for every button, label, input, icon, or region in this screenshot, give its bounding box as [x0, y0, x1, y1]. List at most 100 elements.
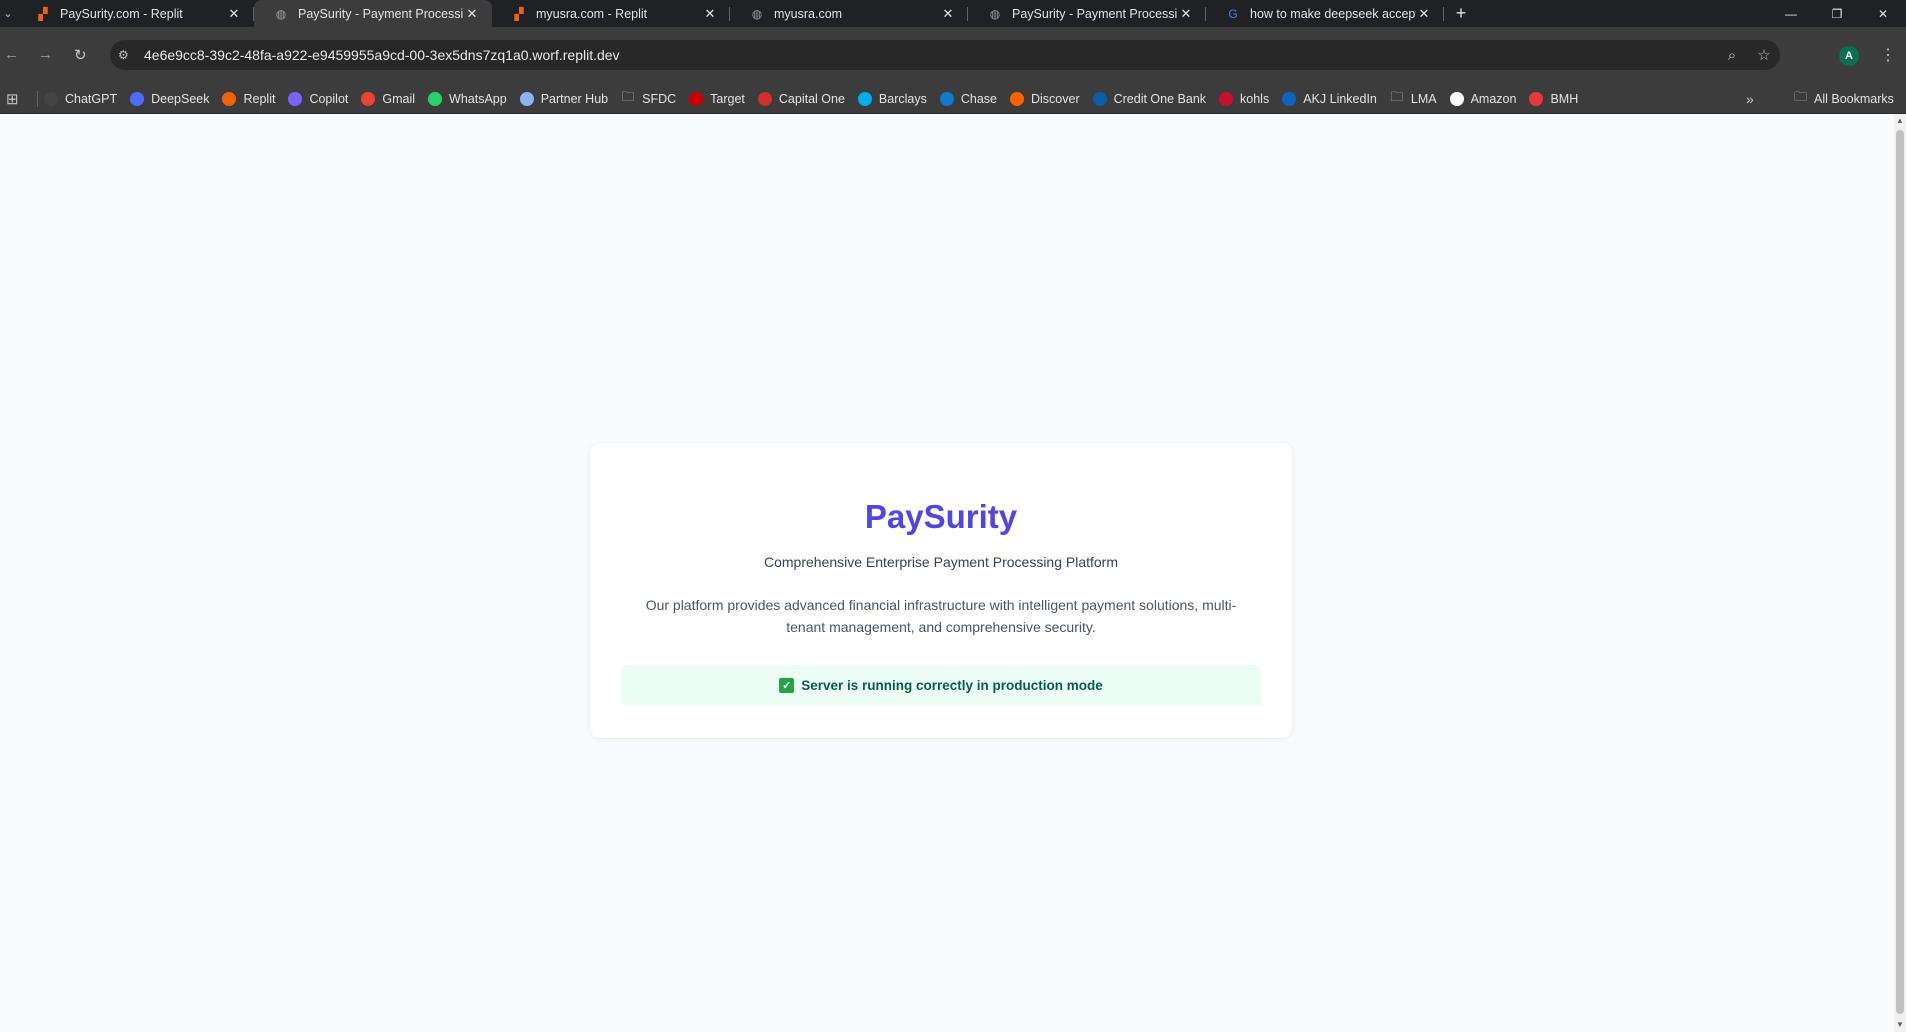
bookmark-item[interactable]: Discover [1009, 92, 1080, 106]
brand-title: PaySurity [864, 498, 1018, 535]
back-icon[interactable]: ← [4, 46, 19, 63]
close-tab-icon[interactable]: ✕ [1178, 6, 1194, 22]
restore-icon[interactable]: ❐ [1814, 0, 1860, 27]
bookmarks-divider [37, 91, 38, 107]
window-controls: — ❐ ✕ [1768, 0, 1906, 27]
replit-icon [222, 92, 237, 106]
bookmark-item[interactable]: Target [689, 92, 745, 106]
tab-strip: ⌄ ▞ PaySurity.com - Replit ✕ ◍ PaySurity - P… [0, 0, 1906, 27]
bookmark-label: Barclays [878, 92, 927, 106]
bookmark-item[interactable]: BMH [1529, 92, 1578, 106]
scroll-thumb[interactable] [1896, 130, 1904, 1014]
close-tab-icon[interactable]: ✕ [464, 6, 480, 22]
scroll-down-icon[interactable]: ▼ [1894, 1018, 1906, 1032]
new-tab-button[interactable]: + [1444, 0, 1478, 27]
globe-icon: ◍ [751, 6, 763, 21]
more-bookmarks-icon[interactable]: » [1746, 91, 1754, 107]
bookmark-label: ChatGPT [65, 92, 118, 106]
chase-icon [939, 92, 954, 106]
bookmark-label: Gmail [382, 92, 416, 106]
bookmark-item[interactable]: kohls [1219, 92, 1269, 106]
bookmark-item[interactable]: 🗀 LMA [1390, 89, 1437, 106]
tab-list: ▞ PaySurity.com - Replit ✕ ◍ PaySurity - Pay… [16, 0, 1444, 27]
bookmark-label: Copilot [309, 92, 349, 106]
status-banner: ✓ Server is running correctly in product… [621, 665, 1261, 706]
bookmark-item[interactable]: ChatGPT [44, 92, 117, 106]
url-text[interactable]: 4e6e9cc8-39c2-48fa-a922-e9459955a9cd-00-… [144, 47, 620, 63]
tab-search-chevron-icon[interactable]: ⌄ [0, 0, 16, 27]
bookmark-item[interactable]: Replit [222, 92, 275, 106]
forward-icon[interactable]: → [38, 46, 53, 63]
status-text: Server is running correctly in productio… [801, 678, 1103, 693]
bookmark-star-icon[interactable]: ☆ [1748, 46, 1780, 64]
bookmark-label: LMA [1410, 92, 1437, 106]
bookmark-item[interactable]: DeepSeek [130, 92, 209, 106]
bookmark-item[interactable]: Gmail [361, 92, 415, 106]
browser-tab[interactable]: ▞ PaySurity.com - Replit ✕ [16, 0, 254, 27]
bookmark-item[interactable]: Chase [939, 92, 997, 106]
browser-tab[interactable]: ◍ myusra.com ✕ [730, 0, 968, 27]
minimize-icon[interactable]: — [1768, 0, 1814, 27]
page-viewport: PaySurity Comprehensive Enterprise Payme… [0, 114, 1894, 1032]
close-tab-icon[interactable]: ✕ [940, 6, 956, 22]
bookmark-label: Partner Hub [540, 92, 609, 106]
bookmark-item[interactable]: AKJ LinkedIn [1282, 92, 1377, 106]
browser-tab[interactable]: ▞ myusra.com - Replit ✕ [492, 0, 730, 27]
scrollbar[interactable]: ▲ ▼ [1894, 114, 1906, 1032]
tab-title: PaySurity - Payment Processing [298, 6, 464, 21]
bookmark-label: Credit One Bank [1113, 92, 1207, 106]
replit-icon: ▞ [514, 6, 524, 21]
bookmark-item[interactable]: Barclays [857, 92, 927, 106]
bookmark-item[interactable]: WhatsApp [428, 92, 507, 106]
amazon-icon [1449, 92, 1464, 106]
browser-tab[interactable]: ◍ PaySurity - Payment Processing ✕ [254, 0, 492, 27]
chatgpt-icon [44, 92, 58, 106]
browser-tab[interactable]: Ghow to make deepseek accept a ✕ [1206, 0, 1444, 27]
bookmark-item[interactable]: 🗀 SFDC [621, 89, 677, 106]
capital-one-icon [757, 92, 772, 106]
site-info-icon[interactable]: ⚙ [118, 48, 134, 62]
all-bookmarks-button[interactable]: 🗀 All Bookmarks [1794, 84, 1894, 114]
deepseek-icon [130, 92, 145, 106]
page-subtitle: Comprehensive Enterprise Payment Process… [763, 554, 1119, 570]
bookmark-label: Capital One [778, 92, 845, 106]
browser-tab[interactable]: ◍ PaySurity - Payment Processing ✕ [968, 0, 1206, 27]
apps-grid-icon[interactable]: ⊞ [6, 90, 19, 108]
info-card: PaySurity Comprehensive Enterprise Payme… [590, 443, 1292, 738]
profile-avatar[interactable]: A [1839, 46, 1859, 66]
browser-toolbar: ← → ↻ ⚙ 4e6e9cc8-39c2-48fa-a922-e9459955… [0, 27, 1906, 84]
tab-title: PaySurity - Payment Processing [1012, 6, 1178, 21]
bookmark-label: Discover [1030, 92, 1080, 106]
bookmark-item[interactable]: Capital One [757, 92, 845, 106]
close-tab-icon[interactable]: ✕ [702, 6, 718, 22]
barclays-icon [857, 92, 872, 106]
google-icon: G [1228, 6, 1238, 21]
copilot-icon [288, 92, 303, 106]
bookmark-item[interactable]: Credit One Bank [1092, 92, 1207, 106]
tab-title: how to make deepseek accept a [1250, 6, 1416, 21]
reload-icon[interactable]: ↻ [74, 46, 87, 64]
bookmark-list: ChatGPT DeepSeek Replit Copilot Gmail WhatsAp… [44, 84, 1591, 114]
close-tab-icon[interactable]: ✕ [226, 6, 242, 22]
folder-icon: 🗀 [1390, 89, 1404, 104]
browser-menu-icon[interactable]: ⋮ [1880, 45, 1896, 65]
folder-icon: 🗀 [621, 89, 635, 104]
folder-icon: 🗀 [1794, 89, 1808, 104]
scroll-up-icon[interactable]: ▲ [1894, 114, 1906, 128]
bookmark-item[interactable]: Copilot [288, 92, 348, 106]
replit-icon: ▞ [38, 6, 48, 21]
linkedin-icon [1282, 92, 1297, 106]
tab-separator [1443, 7, 1444, 21]
close-window-icon[interactable]: ✕ [1860, 0, 1906, 27]
bookmark-label: AKJ LinkedIn [1303, 92, 1377, 106]
zoom-icon[interactable]: ⌕ [1716, 47, 1748, 64]
bookmark-label: BMH [1550, 92, 1579, 106]
bookmarks-bar: ⊞ ChatGPT DeepSeek Replit Copilot Gmail Whats… [0, 84, 1906, 114]
bookmark-item[interactable]: Partner Hub [519, 92, 609, 106]
partner-hub-icon [519, 92, 534, 106]
close-tab-icon[interactable]: ✕ [1416, 6, 1432, 22]
globe-icon: ◍ [989, 6, 1001, 21]
globe-icon: ◍ [275, 6, 287, 21]
address-bar[interactable]: ⚙ 4e6e9cc8-39c2-48fa-a922-e9459955a9cd-0… [110, 40, 1780, 70]
bookmark-item[interactable]: Amazon [1449, 92, 1516, 106]
